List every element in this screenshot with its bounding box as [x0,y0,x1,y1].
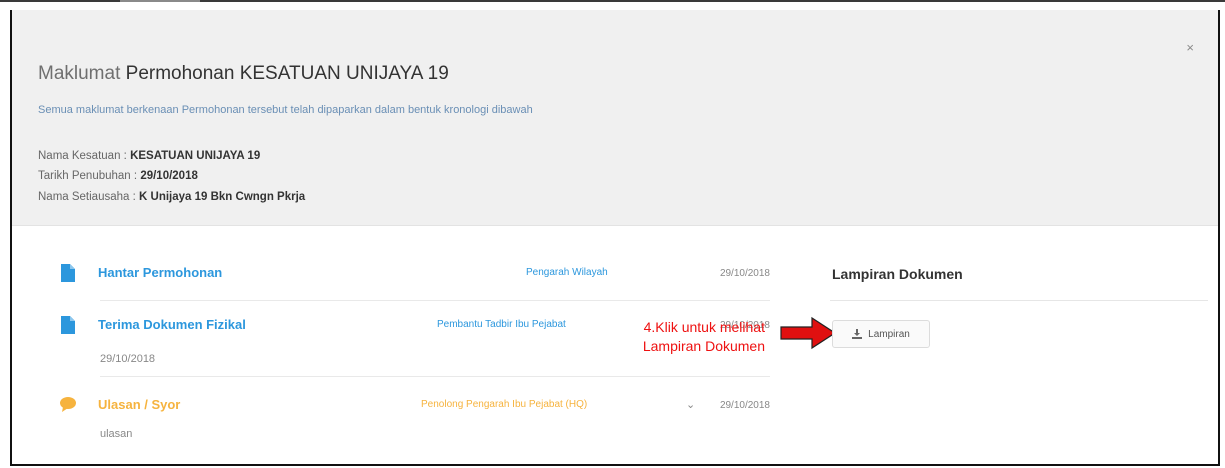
attachments-title: Lampiran Dokumen [832,266,963,282]
document-icon [61,316,75,334]
meta-value: 29/10/2018 [140,170,198,182]
meta-value: KESATUAN UNIJAYA 19 [130,150,261,162]
document-icon [61,264,75,282]
annotation-line-1: 4.Klik untuk melihat [643,319,765,335]
download-icon [852,329,863,339]
modal-header: × Maklumat Permohonan KESATUAN UNIJAYA 1… [12,10,1218,226]
attachments-divider [830,300,1208,301]
timeline-title[interactable]: Terima Dokumen Fizikal [98,317,246,332]
red-arrow-icon [780,316,836,350]
attachment-button-label: Lampiran [868,328,910,340]
timeline-subtext: ulasan [100,428,133,440]
close-button[interactable]: × [1186,40,1194,55]
title-prefix: Maklumat [38,63,121,84]
timeline-date: 29/10/2018 [719,400,770,411]
timeline-date: 29/10/2018 [719,268,770,279]
timeline-title[interactable]: Hantar Permohonan [98,265,222,280]
timeline-actor: Penolong Pengarah Ibu Pejabat (HQ) [421,399,588,410]
timeline-divider [100,300,770,301]
modal-title: Maklumat Permohonan KESATUAN UNIJAYA 19 [38,63,449,85]
top-border-highlight [120,0,200,2]
annotation-line-2: Lampiran Dokumen [642,338,765,354]
meta-union-name: Nama Kesatuan : KESATUAN UNIJAYA 19 [38,150,260,162]
timeline-title[interactable]: Ulasan / Syor [98,397,180,412]
comment-icon [60,397,76,412]
timeline-actor: Pembantu Tadbir Ibu Pejabat [437,319,566,330]
meta-value: K Unijaya 19 Bkn Cwngn Pkrja [139,191,306,203]
meta-secretary-name: Nama Setiausaha : K Unijaya 19 Bkn Cwngn… [38,191,305,203]
attachment-button[interactable]: Lampiran [832,320,930,348]
chevron-down-icon[interactable]: ⌄ [686,398,695,411]
meta-label: Tarikh Penubuhan : [38,170,138,182]
meta-label: Nama Kesatuan : [38,150,127,162]
application-details-modal: × Maklumat Permohonan KESATUAN UNIJAYA 1… [10,10,1220,466]
timeline-actor: Pengarah Wilayah [526,267,608,278]
title-main: Permohonan KESATUAN UNIJAYA 19 [125,63,449,84]
meta-label: Nama Setiausaha : [38,191,136,203]
meta-established-date: Tarikh Penubuhan : 29/10/2018 [38,170,198,182]
timeline-subtext: 29/10/2018 [100,353,156,365]
timeline-divider [100,376,770,377]
instruction-annotation: 4.Klik untuk melihat Lampiran Dokumen [595,318,765,356]
modal-subtitle: Semua maklumat berkenaan Permohonan ters… [38,104,533,116]
